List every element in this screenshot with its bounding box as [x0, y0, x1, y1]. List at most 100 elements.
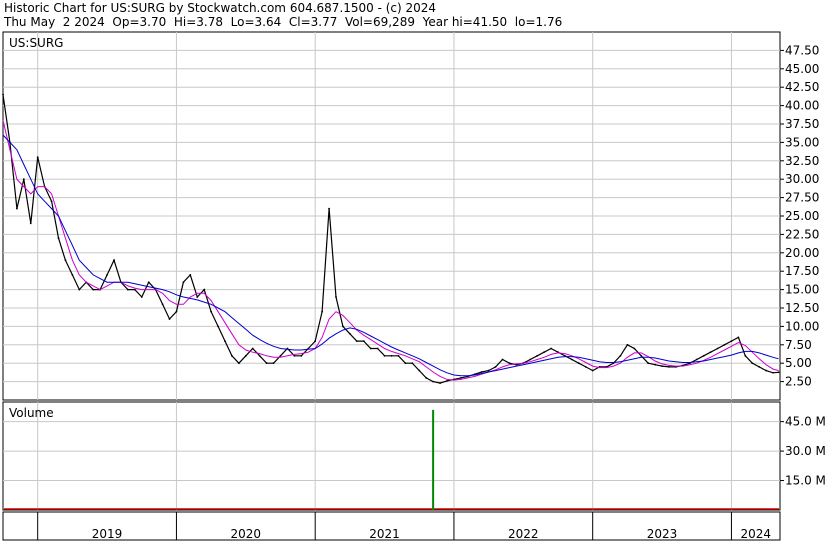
- price-point: [251, 347, 254, 350]
- price-tick-label: 32.50: [785, 154, 819, 168]
- volume-panel-frame: [2, 401, 781, 511]
- price-point: [355, 340, 358, 343]
- volume-tick-label: 30.0 M: [785, 444, 826, 458]
- price-point: [702, 354, 705, 357]
- price-point: [126, 288, 129, 291]
- price-point: [342, 325, 344, 328]
- price-point: [224, 340, 226, 343]
- price-point: [50, 200, 53, 203]
- price-point: [439, 382, 441, 384]
- price-point: [369, 347, 372, 350]
- price-point: [550, 347, 552, 350]
- price-point: [668, 365, 670, 368]
- price-point: [300, 354, 303, 357]
- price-point: [730, 340, 733, 343]
- price-panel-label: US:SURG: [9, 36, 63, 50]
- price-point: [113, 259, 115, 262]
- price-point: [210, 310, 213, 313]
- price-point: [536, 354, 539, 357]
- year-label: 2023: [647, 527, 678, 541]
- price-point: [640, 354, 643, 357]
- price-point: [765, 369, 768, 372]
- price-point: [737, 336, 740, 339]
- price-point: [758, 365, 761, 368]
- price-tick-label: 5.00: [785, 356, 812, 370]
- price-point: [147, 281, 150, 284]
- price-tick-label: 2.50: [785, 375, 812, 389]
- price-tick-label: 42.50: [785, 80, 819, 94]
- price-point: [244, 354, 247, 357]
- price-point: [777, 371, 780, 374]
- price-point: [418, 369, 421, 372]
- volume-tick-label: 15.0 M: [785, 474, 826, 488]
- price-tick-label: 20.00: [785, 246, 819, 260]
- price-point: [36, 156, 39, 159]
- price-tick-label: 7.50: [785, 338, 812, 352]
- price-point: [508, 362, 511, 365]
- price-point: [328, 207, 330, 210]
- price-point: [591, 369, 594, 372]
- price-point: [626, 343, 629, 346]
- price-tick-label: 47.50: [785, 43, 819, 57]
- price-point: [348, 332, 351, 335]
- price-point: [543, 351, 546, 354]
- price-point: [182, 281, 185, 284]
- price-point: [64, 259, 67, 262]
- price-point: [695, 358, 698, 361]
- price-point: [168, 318, 171, 320]
- price-point: [723, 343, 726, 346]
- price-point: [133, 288, 136, 291]
- price-point: [501, 358, 504, 361]
- price-point: [654, 363, 657, 366]
- price-point: [432, 380, 435, 383]
- price-point: [480, 371, 483, 373]
- price-point: [494, 365, 497, 368]
- price-point: [376, 347, 379, 350]
- price-tick-label: 35.00: [785, 135, 819, 149]
- price-point: [2, 93, 4, 96]
- price-point: [217, 325, 219, 328]
- price-point: [397, 354, 400, 357]
- price-point: [744, 354, 747, 357]
- price-point: [570, 358, 573, 361]
- volume-panel-label: Volume: [9, 406, 54, 420]
- price-point: [161, 303, 164, 306]
- volume-y-axis: 45.0 M 30.0 M 15.0 M: [780, 415, 826, 488]
- price-grid: [3, 32, 780, 400]
- price-y-axis: 47.50 45.00 42.50 40.00 37.50 35.00 32.50 30.00…: [780, 43, 819, 389]
- year-label: 2021: [369, 527, 400, 541]
- chart-svg: 47.50 45.00 42.50 40.00 37.50 35.00 32.50 30.00…: [2, 31, 826, 541]
- price-tick-label: 17.50: [785, 264, 819, 278]
- price-tick-label: 37.50: [785, 117, 819, 131]
- price-point: [279, 354, 282, 357]
- price-tick-label: 12.50: [785, 301, 819, 315]
- price-point: [71, 273, 74, 276]
- price-point: [293, 354, 296, 357]
- volume-bar: [432, 409, 435, 510]
- price-point: [231, 354, 233, 357]
- price-point: [619, 354, 622, 357]
- price-point: [314, 340, 317, 343]
- price-point: [425, 377, 428, 379]
- price-point: [487, 369, 490, 372]
- price-point: [57, 237, 60, 239]
- price-point: [78, 288, 81, 291]
- price-tick-label: 45.00: [785, 62, 819, 76]
- price-point: [411, 362, 414, 365]
- price-point: [203, 288, 206, 291]
- price-point: [15, 207, 18, 210]
- price-point: [633, 347, 636, 350]
- price-point: [196, 296, 199, 298]
- price-point: [335, 296, 337, 298]
- price-point: [175, 310, 178, 313]
- price-point: [459, 377, 462, 379]
- price-point: [716, 347, 719, 350]
- price-point: [362, 340, 365, 343]
- year-label: 2019: [92, 527, 123, 541]
- price-tick-label: 15.00: [785, 283, 819, 297]
- price-point: [446, 379, 448, 382]
- price-point: [383, 354, 386, 357]
- price-point: [709, 351, 712, 354]
- price-point: [529, 358, 532, 361]
- price-point: [647, 362, 650, 365]
